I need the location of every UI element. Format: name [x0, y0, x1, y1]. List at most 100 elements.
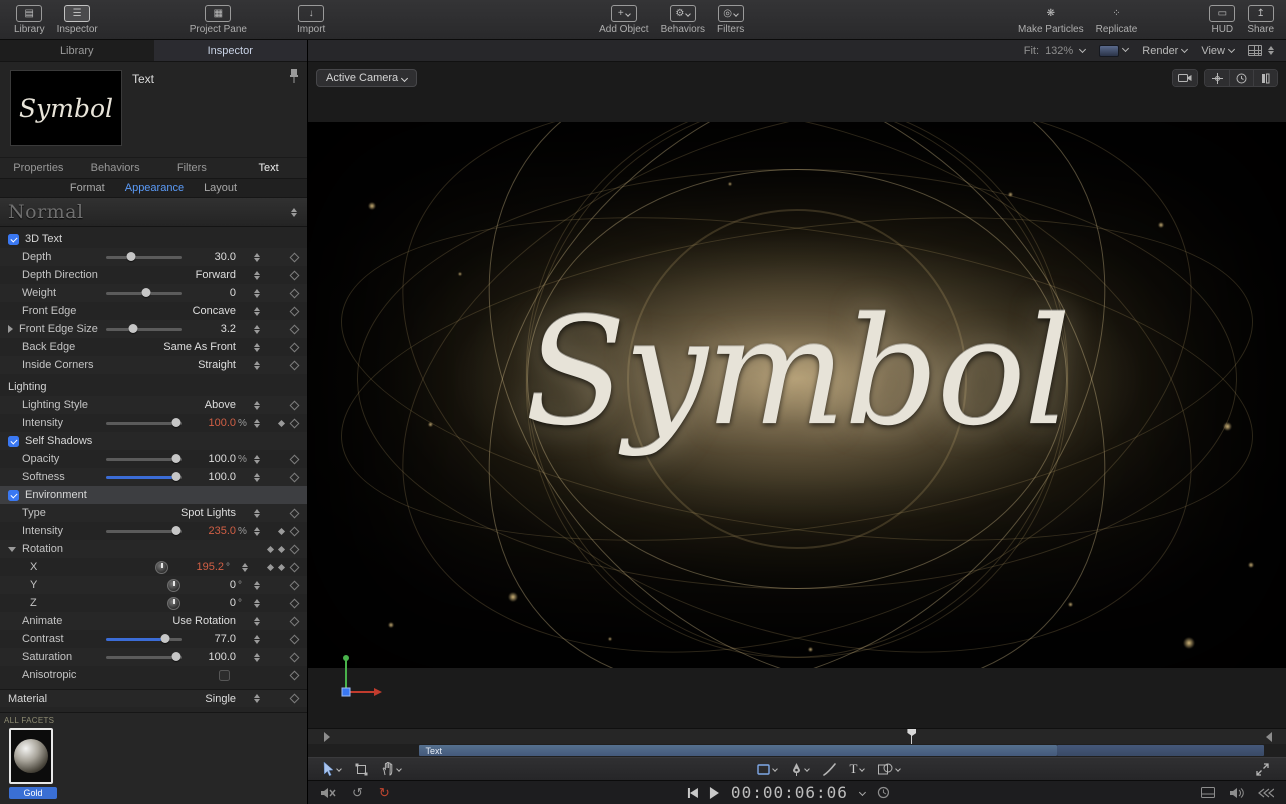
tab-filters[interactable]: Filters	[154, 162, 231, 174]
opacity-value[interactable]: 100.0	[190, 453, 236, 465]
popup-stepper-icon[interactable]	[252, 615, 262, 627]
loop-playback-icon[interactable]: ↺	[352, 785, 363, 801]
stepper-icon[interactable]	[252, 633, 262, 645]
popup-stepper-icon[interactable]	[252, 269, 262, 281]
timecode-display[interactable]: 00:00:06:06	[731, 783, 848, 802]
front-edge-size-slider[interactable]	[106, 324, 182, 333]
camera-icon[interactable]	[1173, 70, 1197, 86]
keyframe-icon[interactable]	[286, 528, 303, 535]
keyframe-icon[interactable]	[286, 402, 303, 409]
3d-axis-widget[interactable]	[340, 652, 386, 700]
keyframe-icon[interactable]	[286, 695, 303, 702]
canvas-viewport[interactable]: Active Camera Symbol	[308, 62, 1286, 728]
text-track-bar-tail[interactable]	[1057, 745, 1265, 756]
popup-stepper-icon[interactable]	[252, 399, 262, 411]
keyframe-icon[interactable]	[286, 636, 303, 643]
inspector-button[interactable]: ☰ Inspector	[51, 4, 104, 36]
column-icon[interactable]	[1253, 70, 1277, 86]
active-camera-menu[interactable]: Active Camera	[316, 69, 418, 87]
keyframe-icon[interactable]	[286, 672, 303, 679]
lighting-style-popup[interactable]: Above	[136, 399, 236, 411]
pin-icon[interactable]	[289, 68, 299, 84]
stepper-icon[interactable]	[252, 323, 262, 335]
text-track-bar[interactable]: Text	[419, 745, 1058, 756]
keyframe-icon[interactable]	[286, 618, 303, 625]
keyframe-nav-icon[interactable]	[277, 545, 286, 554]
rotation-z-dial[interactable]	[167, 596, 180, 610]
popup-stepper-icon[interactable]	[252, 359, 262, 371]
keyframe-icon[interactable]	[286, 564, 303, 571]
keyframe-nav-icon[interactable]	[277, 419, 286, 428]
tab-behaviors[interactable]: Behaviors	[77, 162, 154, 174]
stepper-icon[interactable]	[240, 561, 250, 573]
hud-button[interactable]: ▭ HUD	[1203, 4, 1241, 36]
show-timeline-icon[interactable]	[1201, 787, 1215, 798]
material-thumbnail[interactable]	[9, 728, 53, 784]
back-edge-popup[interactable]: Same As Front	[136, 341, 236, 353]
stepper-icon[interactable]	[252, 525, 262, 537]
tab-text[interactable]: Text	[230, 162, 307, 174]
popup-stepper-icon[interactable]	[252, 507, 262, 519]
subtab-format[interactable]: Format	[70, 182, 105, 194]
keyframe-icon[interactable]	[286, 254, 303, 261]
transform-tool[interactable]	[350, 758, 373, 780]
make-particles-button[interactable]: ❋ Make Particles	[1012, 4, 1090, 36]
filters-button[interactable]: ◎ Filters	[711, 4, 750, 36]
environment-intensity-value[interactable]: 235.0	[190, 525, 236, 537]
keyframe-icon[interactable]	[286, 510, 303, 517]
keyframe-icon[interactable]	[286, 474, 303, 481]
opacity-slider[interactable]	[106, 454, 182, 463]
layout-menu[interactable]	[1248, 45, 1276, 57]
out-point-marker[interactable]	[1266, 732, 1272, 742]
keyframe-icon[interactable]	[286, 654, 303, 661]
timecode-menu-chevron-icon[interactable]	[858, 788, 866, 797]
rectangle-tool[interactable]	[752, 758, 782, 780]
environment-checkbox[interactable]	[8, 489, 19, 501]
timeline-ruler[interactable]	[308, 728, 1286, 745]
audio-level-icon[interactable]	[1229, 787, 1244, 799]
keyframe-icon[interactable]	[286, 456, 303, 463]
front-edge-popup[interactable]: Concave	[136, 305, 236, 317]
rotation-y-value[interactable]: 0	[190, 579, 236, 591]
rotation-x-dial[interactable]	[155, 560, 168, 574]
keyframe-nav-icon[interactable]	[277, 527, 286, 536]
collapse-panels-icon[interactable]	[1258, 788, 1274, 798]
previous-frame-icon[interactable]	[687, 787, 698, 798]
weight-slider[interactable]	[106, 288, 182, 297]
stepper-icon[interactable]	[252, 251, 262, 263]
animate-popup[interactable]: Use Rotation	[136, 615, 236, 627]
weight-value[interactable]: 0	[190, 287, 236, 299]
tab-library[interactable]: Library	[0, 40, 154, 61]
audio-mute-icon[interactable]	[320, 787, 336, 799]
bezier-pen-tool[interactable]	[786, 758, 814, 780]
in-point-marker[interactable]	[324, 732, 330, 742]
preset-stepper-icon[interactable]	[289, 206, 299, 218]
softness-slider[interactable]	[106, 472, 182, 481]
fullscreen-icon[interactable]	[1251, 758, 1274, 780]
keyframe-icon[interactable]	[286, 272, 303, 279]
render-menu[interactable]: Render	[1142, 45, 1189, 57]
paint-stroke-tool[interactable]	[818, 758, 841, 780]
front-edge-size-value[interactable]: 3.2	[190, 323, 236, 335]
project-pane-button[interactable]: ▦ Project Pane	[184, 4, 253, 36]
behaviors-button[interactable]: ⚙ Behaviors	[655, 4, 711, 36]
softness-value[interactable]: 100.0	[190, 471, 236, 483]
anisotropic-checkbox[interactable]	[219, 669, 230, 681]
keyframe-icon[interactable]	[286, 344, 303, 351]
depth-slider[interactable]	[106, 252, 182, 261]
view-menu[interactable]: View	[1201, 45, 1236, 57]
popup-stepper-icon[interactable]	[252, 693, 262, 705]
record-animation-icon[interactable]: ↻	[379, 785, 390, 801]
keyframe-nav-icon[interactable]	[266, 545, 275, 554]
3d-text-symbol[interactable]: Symbol	[525, 286, 1072, 458]
stepper-icon[interactable]	[252, 651, 262, 663]
stepper-icon[interactable]	[252, 417, 262, 429]
stepper-icon[interactable]	[252, 597, 262, 609]
depth-direction-popup[interactable]: Forward	[136, 269, 236, 281]
disclosure-icon[interactable]	[8, 546, 16, 552]
inside-corners-popup[interactable]: Straight	[136, 359, 236, 371]
popup-stepper-icon[interactable]	[252, 341, 262, 353]
playhead[interactable]	[911, 729, 913, 745]
keyframe-nav-icon[interactable]	[266, 563, 275, 572]
contrast-value[interactable]: 77.0	[190, 633, 236, 645]
